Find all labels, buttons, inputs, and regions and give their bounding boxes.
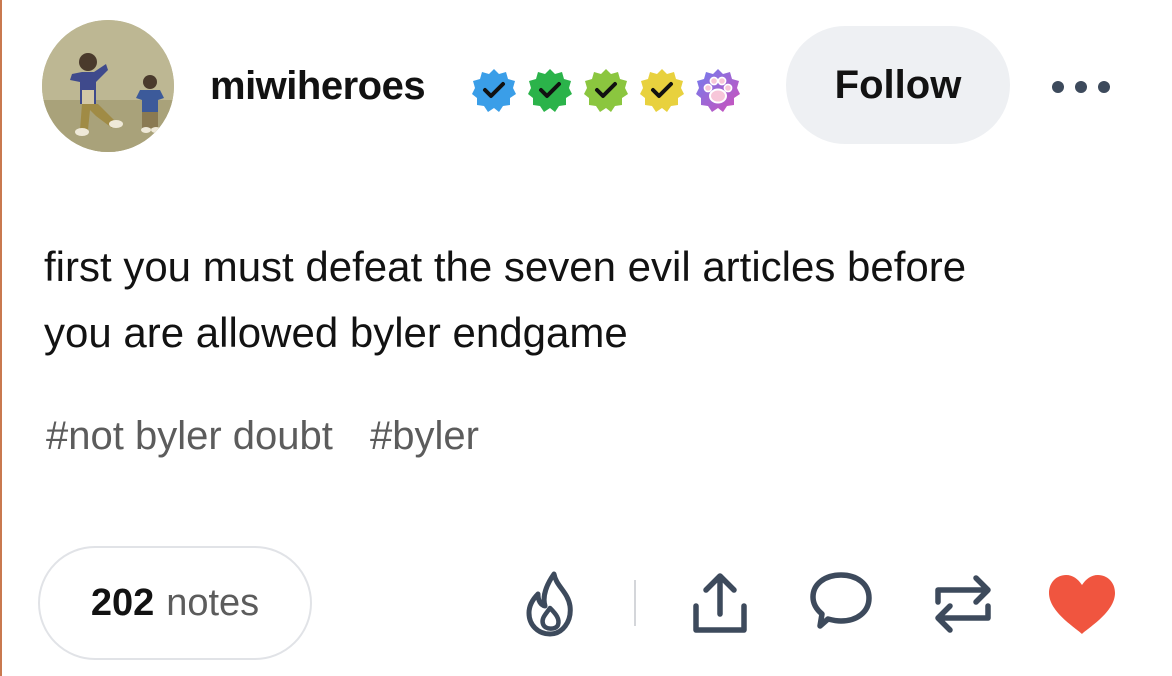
reblog-icon bbox=[935, 575, 991, 633]
follow-button[interactable]: Follow bbox=[786, 26, 1010, 144]
verified-yellow-check-icon[interactable] bbox=[638, 66, 686, 114]
paw-icon[interactable] bbox=[694, 66, 742, 114]
post-card: miwiheroes Follow first you must defeat … bbox=[0, 0, 1172, 676]
notes-count: 202 bbox=[90, 581, 155, 624]
post-text-line: you are allowed byler endgame bbox=[44, 309, 628, 356]
more-dots-icon bbox=[1052, 81, 1110, 93]
action-divider bbox=[634, 580, 636, 626]
post-header: miwiheroes Follow bbox=[0, 0, 1172, 170]
avatar[interactable] bbox=[42, 20, 174, 152]
share-icon bbox=[693, 573, 747, 633]
flame-icon bbox=[526, 571, 573, 637]
reply-icon bbox=[810, 572, 872, 629]
post-body: first you must defeat the seven evil art… bbox=[44, 234, 1144, 366]
heart-icon bbox=[1049, 575, 1115, 634]
tag-not-byler-doubt[interactable]: #not byler doubt bbox=[46, 414, 333, 459]
share-button[interactable] bbox=[688, 570, 752, 636]
avatar-photo bbox=[42, 20, 174, 152]
post-text-line: first you must defeat the seven evil art… bbox=[44, 243, 967, 290]
verified-lime-check-icon[interactable] bbox=[582, 66, 630, 114]
verified-blue-check-icon[interactable] bbox=[470, 66, 518, 114]
username[interactable]: miwiheroes bbox=[210, 64, 426, 109]
tag-list: #not byler doubt #byler bbox=[46, 414, 505, 459]
notes-label: notes bbox=[166, 581, 260, 624]
blaze-button[interactable] bbox=[520, 568, 582, 640]
more-options-button[interactable] bbox=[1050, 72, 1112, 102]
tag-byler[interactable]: #byler bbox=[370, 414, 479, 459]
reply-button[interactable] bbox=[806, 570, 876, 636]
like-button[interactable] bbox=[1046, 572, 1118, 636]
verified-green-check-icon[interactable] bbox=[526, 66, 574, 114]
reblog-button[interactable] bbox=[928, 568, 998, 638]
notes-button[interactable]: 202 notes bbox=[38, 546, 312, 660]
